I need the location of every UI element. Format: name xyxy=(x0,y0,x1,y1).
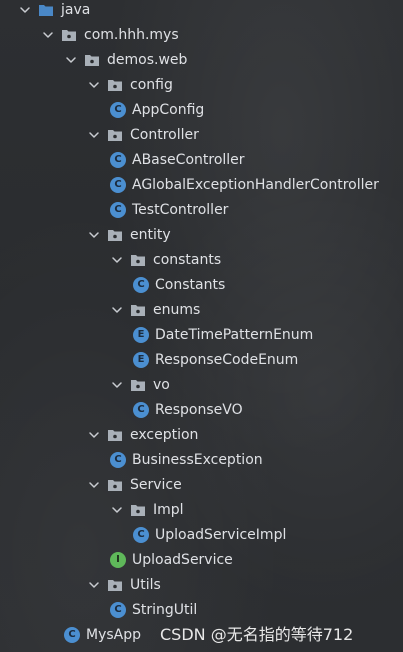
tree-node[interactable]: com.hhh.mys xyxy=(41,22,179,47)
tree-node[interactable]: C TestController xyxy=(110,197,228,222)
chevron-down-icon[interactable] xyxy=(110,303,124,317)
tree-node[interactable]: C ResponseVO xyxy=(133,397,243,422)
enum-icon: E xyxy=(133,351,149,368)
class-icon: C xyxy=(110,151,126,168)
tree-node[interactable]: Utils xyxy=(87,572,161,597)
tree-node[interactable]: java xyxy=(18,0,90,22)
tree-node[interactable]: entity xyxy=(87,222,171,247)
tree-node[interactable]: C AGlobalExceptionHandlerController xyxy=(110,172,379,197)
chevron-down-icon[interactable] xyxy=(41,28,55,42)
tree-node-label: enums xyxy=(153,301,201,318)
tree-node-label: ResponseVO xyxy=(155,401,243,418)
tree-node-label: demos.web xyxy=(107,51,188,68)
tree-node[interactable]: E DateTimePatternEnum xyxy=(133,322,313,347)
tree-node-label: Constants xyxy=(155,276,226,293)
chevron-down-icon[interactable] xyxy=(110,253,124,267)
tree-node[interactable]: constants xyxy=(110,247,221,272)
tree-node[interactable]: C MysApp xyxy=(64,622,141,647)
class-icon: C xyxy=(110,201,126,218)
source-folder-icon xyxy=(38,3,54,17)
tree-node-label: ABaseController xyxy=(132,151,245,168)
tree-node-label: TestController xyxy=(132,201,229,218)
spring-app-class-icon: C xyxy=(64,626,80,643)
tree-node-label: AppConfig xyxy=(132,101,205,118)
chevron-down-icon[interactable] xyxy=(87,578,101,592)
chevron-down-icon[interactable] xyxy=(87,78,101,92)
chevron-down-icon[interactable] xyxy=(87,128,101,142)
package-folder-icon xyxy=(107,128,123,142)
tree-node[interactable]: Impl xyxy=(110,497,184,522)
class-icon: C xyxy=(110,176,126,193)
chevron-down-icon[interactable] xyxy=(110,378,124,392)
package-folder-icon xyxy=(130,378,146,392)
tree-node-label: ResponseCodeEnum xyxy=(155,351,299,368)
watermark: CSDN @无名指的等待712 xyxy=(160,625,354,644)
class-icon: C xyxy=(133,526,149,543)
package-folder-icon xyxy=(107,578,123,592)
tree-node[interactable]: Service xyxy=(87,472,182,497)
tree-node[interactable]: C AppConfig xyxy=(110,97,204,122)
package-folder-icon xyxy=(130,253,146,267)
tree-node-label: Impl xyxy=(153,501,184,518)
chevron-down-icon[interactable] xyxy=(18,3,32,17)
tree-node-label: exception xyxy=(130,426,199,443)
package-folder-icon xyxy=(107,428,123,442)
tree-node-label: com.hhh.mys xyxy=(84,26,179,43)
tree-node-label: Utils xyxy=(130,576,161,593)
tree-node-label: Service xyxy=(130,476,182,493)
tree-node[interactable]: C StringUtil xyxy=(110,597,197,622)
package-folder-icon xyxy=(130,303,146,317)
tree-node-label: constants xyxy=(153,251,222,268)
tree-node-label: BusinessException xyxy=(132,451,263,468)
tree-node[interactable]: config xyxy=(87,72,173,97)
tree-node-label: DateTimePatternEnum xyxy=(155,326,314,343)
package-folder-icon xyxy=(61,28,77,42)
tree-node[interactable]: C BusinessException xyxy=(110,447,263,472)
tree-node-label: MysApp xyxy=(86,626,142,643)
chevron-down-icon[interactable] xyxy=(87,428,101,442)
package-folder-icon xyxy=(130,503,146,517)
tree-node-label: config xyxy=(130,76,173,93)
package-folder-icon xyxy=(107,78,123,92)
tree-node[interactable]: C Constants xyxy=(133,272,225,297)
tree-node[interactable]: E ResponseCodeEnum xyxy=(133,347,298,372)
tree-node[interactable]: demos.web xyxy=(64,47,187,72)
tree-node[interactable]: C ABaseController xyxy=(110,147,245,172)
tree-node-label: AGlobalExceptionHandlerController xyxy=(132,176,379,193)
chevron-down-icon[interactable] xyxy=(87,478,101,492)
class-icon: C xyxy=(110,451,126,468)
tree-node-label: entity xyxy=(130,226,171,243)
tree-node[interactable]: enums xyxy=(110,297,200,322)
tree-node-label: java xyxy=(61,1,91,18)
project-tree-panel: C MysApp C StringUtil Utils I UploadService C Up… xyxy=(0,0,403,652)
package-folder-icon xyxy=(107,478,123,492)
class-icon: C xyxy=(110,101,126,118)
tree-node[interactable]: exception xyxy=(87,422,198,447)
chevron-down-icon[interactable] xyxy=(110,503,124,517)
package-folder-icon xyxy=(107,228,123,242)
class-icon: C xyxy=(133,401,149,418)
tree-node[interactable]: vo xyxy=(110,372,170,397)
enum-icon: E xyxy=(133,326,149,343)
tree-node[interactable]: I UploadService xyxy=(110,547,233,572)
chevron-down-icon[interactable] xyxy=(64,53,78,67)
class-icon: C xyxy=(133,276,149,293)
class-icon: C xyxy=(110,601,126,618)
tree-node-label: UploadService xyxy=(132,551,233,568)
tree-node-label: vo xyxy=(153,376,170,393)
tree-node-label: UploadServiceImpl xyxy=(155,526,287,543)
tree-node-label: StringUtil xyxy=(132,601,198,618)
tree-node-label: Controller xyxy=(130,126,199,143)
tree-node[interactable]: C UploadServiceImpl xyxy=(133,522,286,547)
chevron-down-icon[interactable] xyxy=(87,228,101,242)
tree-node[interactable]: Controller xyxy=(87,122,199,147)
package-folder-icon xyxy=(84,53,100,67)
interface-icon: I xyxy=(110,551,126,568)
